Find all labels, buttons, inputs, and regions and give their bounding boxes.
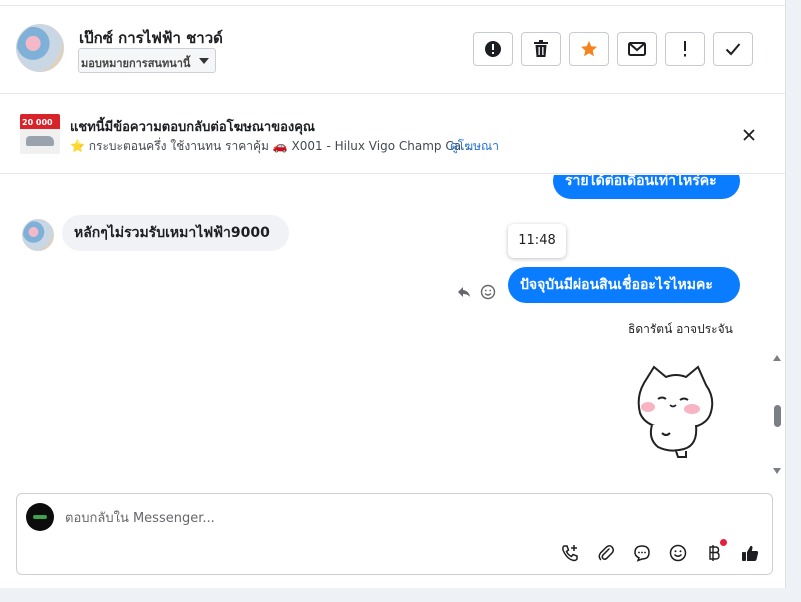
sender-name: ธิดารัตน์ อาจประจัน	[628, 322, 733, 336]
call-button[interactable]	[559, 542, 581, 564]
saved-replies-button[interactable]	[631, 542, 653, 564]
phone-plus-icon	[562, 545, 578, 562]
exclamation-icon	[684, 41, 686, 57]
paperclip-icon	[598, 545, 614, 561]
follow-up-button[interactable]	[665, 32, 705, 66]
mark-spam-button[interactable]	[473, 32, 513, 66]
ad-reply-banner: 20 000 แชทนี้มีข้อความตอบกลับต่อโฆษณาของ…	[0, 94, 786, 174]
assign-dropdown-label: มอบหมายการสนทนานี้	[81, 57, 191, 70]
emoji-icon	[669, 544, 687, 562]
ad-banner-subtitle: ⭐ กระบะตอนครึ่ง ใช้งานทน ราคาคุ้ม 🚗 X001…	[70, 139, 473, 153]
assign-conversation-dropdown[interactable]: มอบหมายการสนทนานี้	[78, 48, 216, 73]
mark-done-button[interactable]	[713, 32, 753, 66]
car-image	[26, 136, 54, 146]
reply-icon	[458, 287, 470, 297]
timestamp-tooltip: 11:48	[508, 224, 566, 258]
ad-thumbnail-price: 20 000	[22, 118, 53, 127]
alert-circle-icon	[485, 41, 501, 57]
outgoing-message[interactable]: ปัจจุบันมีผ่อนสินเชื่ออะไรไหมคะ	[508, 267, 740, 303]
emoji-button[interactable]	[667, 542, 689, 564]
scrollbar-thumb[interactable]	[774, 405, 781, 427]
close-banner-button[interactable]	[738, 124, 760, 146]
outgoing-message[interactable]: รายได้ต่อเดือนเท่าไหร่คะ	[553, 175, 740, 199]
conversation-panel: เป๊กซ์ การไฟฟ้า ชาวด์ มอบหมายการสนทนานี้	[0, 0, 786, 588]
react-button[interactable]	[479, 283, 497, 301]
reply-button[interactable]	[455, 283, 473, 301]
message-thread[interactable]: รายได้ต่อเดือนเท่าไหร่คะ หลักๆไม่รวมรับเ…	[0, 175, 786, 491]
thumbs-up-icon	[742, 545, 759, 561]
star-button[interactable]	[569, 32, 609, 66]
like-button[interactable]	[739, 542, 761, 564]
scroll-down-arrow[interactable]	[773, 468, 781, 474]
emoji-icon	[480, 284, 496, 300]
star-icon	[581, 41, 597, 57]
notification-dot	[720, 539, 727, 546]
page-avatar	[26, 503, 54, 531]
envelope-icon	[628, 42, 646, 56]
contact-avatar[interactable]	[16, 24, 64, 72]
mark-unread-button[interactable]	[617, 32, 657, 66]
incoming-message[interactable]: หลักๆไม่รวมรับเหมาไฟฟ้า9000	[62, 215, 289, 251]
contact-avatar-small[interactable]	[22, 219, 54, 251]
reply-input[interactable]	[65, 507, 745, 529]
message-composer	[16, 493, 773, 575]
chat-bubble-icon	[634, 545, 650, 562]
view-ad-link[interactable]: ดูโฆษณา	[450, 137, 499, 156]
attach-button[interactable]	[595, 542, 617, 564]
chevron-down-icon	[199, 58, 209, 64]
checkmark-icon	[725, 43, 741, 56]
ad-thumbnail[interactable]: 20 000	[20, 114, 60, 154]
ad-banner-title: แชทนี้มีข้อความตอบกลับต่อโฆษณาของคุณ	[70, 120, 315, 135]
contact-name[interactable]: เป๊กซ์ การไฟฟ้า ชาวด์	[79, 26, 223, 50]
trash-icon	[534, 40, 548, 57]
close-icon	[743, 129, 755, 141]
conversation-header: เป๊กซ์ การไฟฟ้า ชาวด์ มอบหมายการสนทนานี้	[0, 0, 786, 94]
cat-sticker[interactable]	[630, 363, 720, 459]
baht-icon	[709, 545, 720, 561]
scroll-up-arrow[interactable]	[773, 355, 781, 361]
delete-button[interactable]	[521, 32, 561, 66]
